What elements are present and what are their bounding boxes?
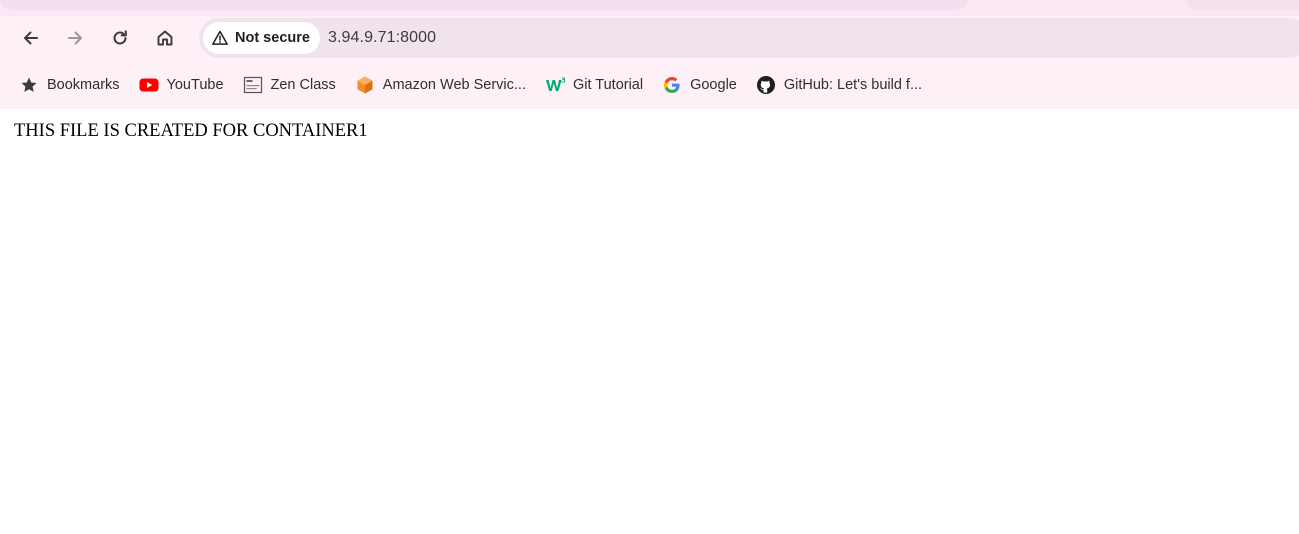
bookmark-label: Bookmarks: [47, 77, 120, 93]
home-icon: [157, 30, 173, 46]
zen-class-icon: [243, 75, 263, 95]
w3schools-icon: 3: [545, 75, 565, 95]
bookmark-git-tutorial[interactable]: 3 Git Tutorial: [544, 69, 651, 101]
bookmark-aws[interactable]: Amazon Web Servic...: [354, 69, 534, 101]
reload-icon: [113, 30, 127, 45]
bookmark-label: Amazon Web Servic...: [382, 77, 526, 93]
forward-button[interactable]: [59, 22, 91, 54]
bookmark-label: GitHub: Let's build f...: [783, 77, 923, 93]
bookmark-youtube[interactable]: YouTube: [138, 69, 232, 101]
arrow-right-icon: [68, 31, 82, 45]
star-icon: [19, 75, 39, 95]
new-tab-area[interactable]: [1186, 0, 1299, 10]
home-button[interactable]: [149, 22, 181, 54]
bookmark-label: Git Tutorial: [572, 77, 644, 93]
page-body-text: THIS FILE IS CREATED FOR CONTAINER1: [14, 121, 368, 141]
reload-button[interactable]: [104, 22, 136, 54]
bookmark-google[interactable]: Google: [661, 69, 745, 101]
active-tab[interactable]: [0, 0, 968, 10]
arrow-left-icon: [24, 31, 38, 45]
url-text[interactable]: 3.94.9.71:8000: [328, 29, 436, 47]
youtube-icon: [139, 75, 159, 95]
bookmarks-bar: Bookmarks YouTube Zen Class Amazon Web S…: [0, 61, 1299, 109]
github-icon: [756, 75, 776, 95]
google-icon: [662, 75, 682, 95]
bookmark-all-bookmarks[interactable]: Bookmarks: [18, 69, 128, 101]
bookmark-zen-class[interactable]: Zen Class: [242, 69, 344, 101]
bookmark-github[interactable]: GitHub: Let's build f...: [755, 69, 930, 101]
security-label: Not secure: [235, 30, 310, 46]
bookmark-label: Google: [690, 77, 737, 93]
svg-text:3: 3: [561, 77, 565, 85]
bookmark-label: YouTube: [166, 77, 224, 93]
back-button[interactable]: [15, 22, 47, 54]
bookmark-label: Zen Class: [270, 77, 336, 93]
page-viewport: THIS FILE IS CREATED FOR CONTAINER1: [0, 109, 1299, 534]
aws-cube-icon: [355, 75, 375, 95]
warning-triangle-icon: [212, 30, 228, 45]
security-chip[interactable]: Not secure: [203, 22, 320, 54]
browser-toolbar: Not secure 3.94.9.71:8000: [0, 16, 1299, 61]
address-bar[interactable]: Not secure 3.94.9.71:8000: [199, 18, 1299, 58]
